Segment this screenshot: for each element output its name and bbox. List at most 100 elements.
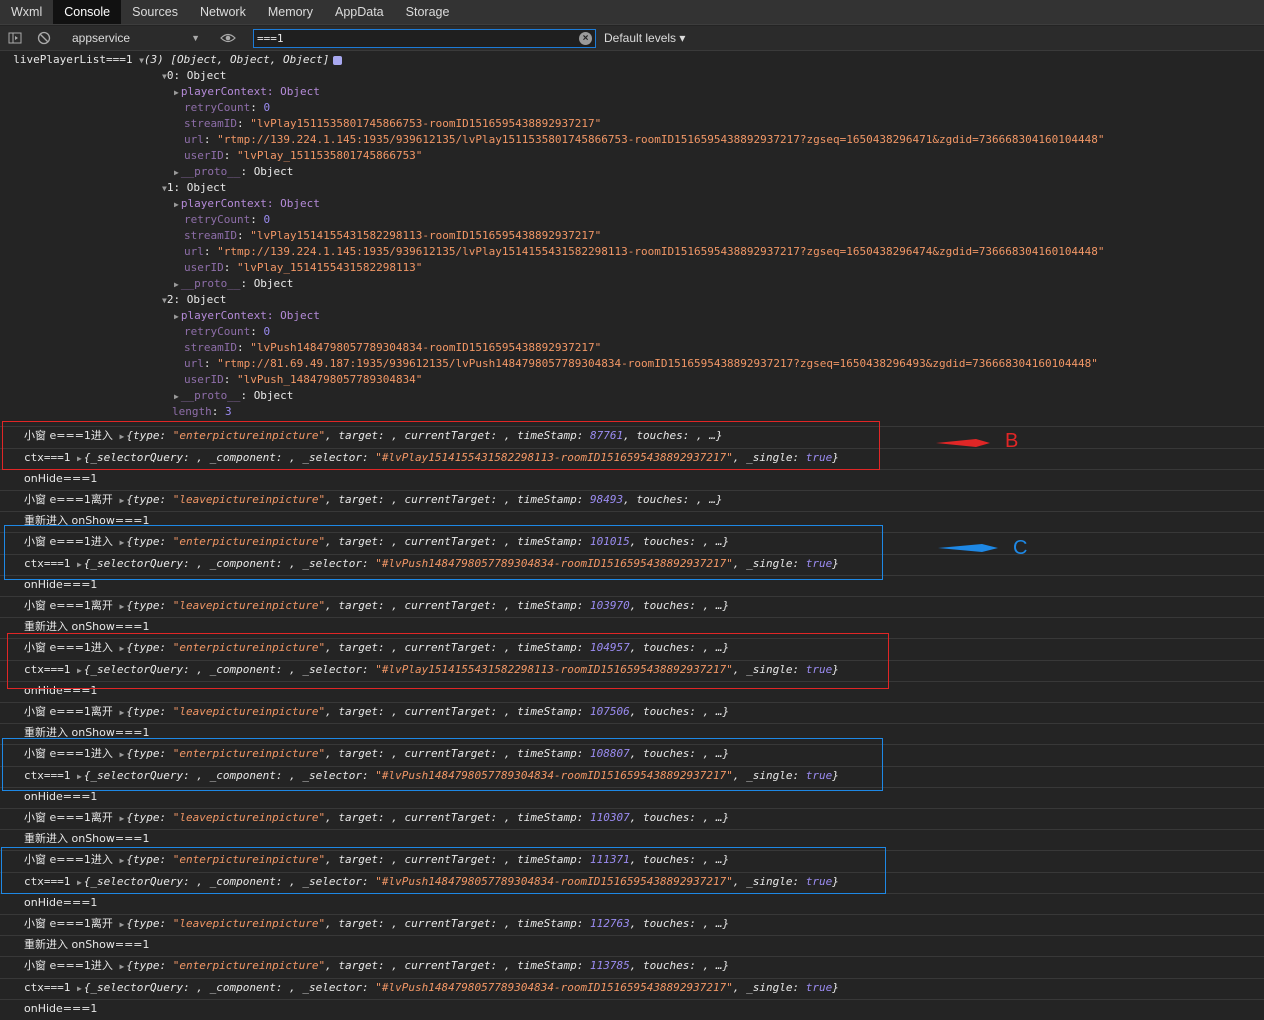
player-context-prop: playerContext: Object — [180, 85, 320, 98]
event-object-preview[interactable]: {type: "leavepictureinpicture", target: … — [126, 493, 722, 506]
ctx-fields: {_selectorQuery: , _component: , _select… — [83, 981, 376, 994]
prop-value-retrycount: 0 — [263, 325, 271, 338]
log-message: 重新进入 onShow===1 — [24, 726, 150, 739]
expand-arrow-icon[interactable]: ▶ — [77, 454, 82, 463]
event-object-preview[interactable]: {type: "enterpictureinpicture", target: … — [126, 853, 729, 866]
expand-arrow-icon[interactable]: ▶ — [120, 920, 125, 929]
clear-filter-icon[interactable]: × — [579, 32, 592, 45]
log-message: 重新进入 onShow===1 — [24, 938, 150, 951]
filter-input[interactable] — [257, 31, 567, 46]
tree-item-header[interactable]: ▼2: Object — [0, 292, 1264, 308]
expand-arrow-icon[interactable]: ▶ — [120, 814, 125, 823]
tree-prop-proto[interactable]: ▶ __proto__: Object — [0, 164, 1264, 180]
brace-open: { — [126, 705, 133, 718]
event-target-fields: , target: , currentTarget: , timeStamp: — [325, 853, 590, 866]
expand-arrow-icon[interactable]: ▶ — [77, 984, 82, 993]
type-key: type: — [133, 959, 167, 972]
console-log-line: ctx===1 ▶ {_selectorQuery: , _component: … — [0, 978, 1264, 999]
event-object-preview[interactable]: {type: "enterpictureinpicture", target: … — [126, 535, 729, 548]
prop-key-streamid: streamID — [184, 229, 237, 242]
expand-arrow-icon[interactable]: ▶ — [120, 644, 125, 653]
tree-prop-playercontext[interactable]: ▶ playerContext: Object — [0, 196, 1264, 212]
event-object-preview[interactable]: {type: "enterpictureinpicture", target: … — [126, 429, 722, 442]
proto-value: Object — [253, 389, 294, 402]
expand-arrow-icon[interactable]: ▶ — [120, 538, 125, 547]
expand-arrow-icon[interactable]: ▶ — [120, 750, 125, 759]
single-value: true — [805, 663, 833, 676]
tab-storage[interactable]: Storage — [395, 0, 461, 24]
filter-field[interactable]: × — [253, 29, 596, 48]
expand-arrow-icon[interactable]: ▶ — [174, 168, 179, 177]
expand-arrow-icon[interactable]: ▶ — [120, 708, 125, 717]
event-object-preview[interactable]: {type: "enterpictureinpicture", target: … — [126, 747, 729, 760]
context-selector[interactable]: appservice ▼ — [66, 30, 206, 47]
tab-console[interactable]: Console — [53, 0, 122, 24]
tab-sources[interactable]: Sources — [121, 0, 189, 24]
console-log-line: ctx===1 ▶ {_selectorQuery: , _component: … — [0, 448, 1264, 469]
expand-arrow-icon[interactable]: ▶ — [120, 496, 125, 505]
tree-prop-playercontext[interactable]: ▶ playerContext: Object — [0, 308, 1264, 324]
tree-item-header[interactable]: ▼1: Object — [0, 180, 1264, 196]
tree-prop-proto[interactable]: ▶ __proto__: Object — [0, 388, 1264, 404]
ctx-fields: {_selectorQuery: , _component: , _select… — [83, 557, 376, 570]
expand-arrow-icon[interactable]: ▶ — [174, 88, 179, 97]
tree-prop-proto[interactable]: ▶ __proto__: Object — [0, 276, 1264, 292]
eye-icon[interactable] — [220, 31, 236, 45]
log-levels-dropdown[interactable]: Default levels ▾ — [604, 30, 685, 47]
tree-prop-userid: userID: "lvPush_1484798057789304834" — [184, 373, 423, 386]
tab-network[interactable]: Network — [189, 0, 257, 24]
log-message: 重新进入 onShow===1 — [24, 514, 150, 527]
tab-appdata[interactable]: AppData — [324, 0, 395, 24]
brace-open: { — [126, 853, 133, 866]
event-object-preview[interactable]: {type: "leavepictureinpicture", target: … — [126, 705, 729, 718]
event-object-preview[interactable]: {type: "leavepictureinpicture", target: … — [126, 917, 729, 930]
ctx-object-preview[interactable]: {_selectorQuery: , _component: , _select… — [84, 557, 839, 570]
expand-arrow-icon[interactable]: ▶ — [77, 666, 82, 675]
expand-arrow-icon[interactable]: ▶ — [174, 200, 179, 209]
tree-prop-playercontext[interactable]: ▶ playerContext: Object — [0, 84, 1264, 100]
single-value: true — [805, 875, 833, 888]
event-object-preview[interactable]: {type: "enterpictureinpicture", target: … — [126, 641, 729, 654]
tree-item-header[interactable]: ▼0: Object — [0, 68, 1264, 84]
clear-console-icon[interactable] — [37, 31, 51, 45]
expand-arrow-icon[interactable]: ▶ — [174, 392, 179, 401]
expand-arrow-icon[interactable]: ▶ — [77, 560, 82, 569]
prop-value-retrycount: 0 — [263, 213, 271, 226]
sidebar-toggle-icon[interactable] — [8, 31, 22, 45]
prop-key-retrycount: retryCount — [184, 325, 251, 338]
ctx-object-preview[interactable]: {_selectorQuery: , _component: , _select… — [84, 663, 839, 676]
single-key: , _single: — [732, 981, 806, 994]
proto-value: Object — [253, 277, 294, 290]
expand-arrow-icon[interactable]: ▶ — [77, 772, 82, 781]
expand-arrow-icon[interactable]: ▶ — [120, 856, 125, 865]
expand-arrow-icon[interactable]: ▶ — [120, 432, 125, 441]
tab-memory[interactable]: Memory — [257, 0, 324, 24]
ctx-object-preview[interactable]: {_selectorQuery: , _component: , _select… — [84, 451, 839, 464]
single-value: true — [805, 981, 833, 994]
selector-value: "#lvPush1484798057789304834-roomID151659… — [375, 557, 733, 570]
expand-arrow-icon[interactable]: ▶ — [174, 312, 179, 321]
ctx-object-preview[interactable]: {_selectorQuery: , _component: , _select… — [84, 875, 839, 888]
event-target-fields: , target: , currentTarget: , timeStamp: — [325, 535, 590, 548]
ctx-object-preview[interactable]: {_selectorQuery: , _component: , _select… — [84, 769, 839, 782]
console-toolbar: appservice ▼ × Default levels ▾ — [0, 26, 1264, 51]
arrow-c-icon — [938, 544, 998, 552]
event-object-preview[interactable]: {type: "leavepictureinpicture", target: … — [126, 599, 729, 612]
console-log-line: 小窗 e===1进入 ▶ {type: "enterpictureinpictur… — [0, 744, 1264, 765]
touches-field: touches: , …} — [636, 429, 723, 442]
touches-field: touches: , …} — [636, 493, 723, 506]
expand-arrow-icon[interactable]: ▶ — [77, 878, 82, 887]
event-target-fields: , target: , currentTarget: , timeStamp: — [325, 641, 590, 654]
tab-wxml[interactable]: Wxml — [0, 0, 53, 24]
log-prefix: ctx===1 — [24, 981, 71, 994]
ctx-object-preview[interactable]: {_selectorQuery: , _component: , _select… — [84, 981, 839, 994]
expand-arrow-icon[interactable]: ▶ — [120, 962, 125, 971]
expand-arrow-icon[interactable]: ▶ — [174, 280, 179, 289]
timestamp-value: 101015 — [589, 535, 630, 548]
event-object-preview[interactable]: {type: "enterpictureinpicture", target: … — [126, 959, 729, 972]
event-object-preview[interactable]: {type: "leavepictureinpicture", target: … — [126, 811, 729, 824]
prop-value-userid: "lvPush_1484798057789304834" — [237, 373, 423, 386]
touches-field: touches: , …} — [642, 959, 730, 972]
expand-arrow-icon[interactable]: ▶ — [120, 602, 125, 611]
tree-root-line[interactable]: livePlayerList===1 ▼(3) [Object, Object,… — [0, 52, 1264, 68]
